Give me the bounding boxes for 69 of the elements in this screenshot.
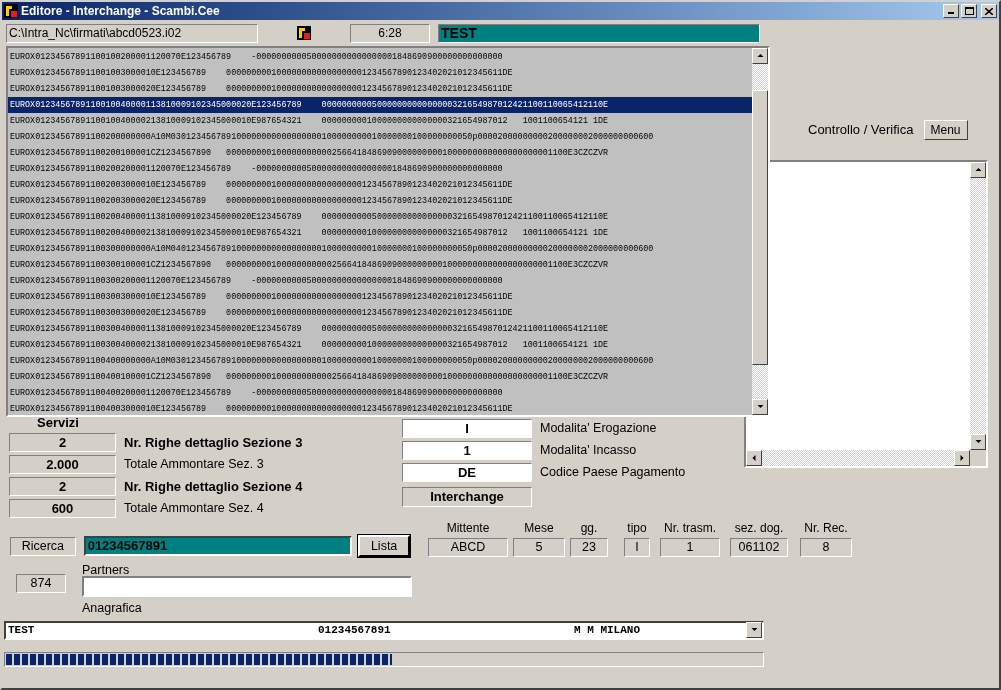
record-row[interactable]: EUROX01234567891100200000000A10M030123456789100000000000000000100000000010000000100000000050p00002000000000200000002000000000600 (8, 129, 752, 145)
field-label: gg. (580, 521, 598, 537)
value-field: 5 (513, 538, 565, 557)
record-row[interactable]: EUROX0123456789110030040000213810009102345000010E987654321 0000000001000000000000000321654987012 1001100654121 1DE (8, 337, 752, 353)
record-row[interactable]: EUROX012345678911003003000010E123456789 0000000001000000000000000001234567890123402021012345611DE (8, 289, 752, 305)
value-field[interactable]: I (402, 419, 532, 438)
search-field[interactable]: 01234567891 (83, 536, 353, 556)
record-row[interactable]: EUROX01234567891100300000000A10M040123456789100000000000000000100000000010000000100000000050p00002000000000200000002000000000600 (8, 241, 752, 257)
record-row[interactable]: EUROX01234567891100100200001120070E123456789 -0000000000500000000000000001848690900000000000000 (8, 49, 752, 65)
field-label: Nr. trasm. (664, 521, 716, 537)
value-field: 2 (9, 477, 116, 496)
partners-count: 874 (16, 574, 66, 593)
field-label: Nr. Righe dettaglio Sezione 3 (124, 433, 303, 452)
value-field: 1 (660, 538, 720, 557)
value-field: I (624, 538, 650, 557)
record-row[interactable]: EUROX012345678911002003000010E123456789 0000000001000000000000000001234567890123402021012345611DE (8, 177, 752, 193)
field-label: Nr. Rec. (804, 521, 848, 537)
list-button[interactable]: Lista (358, 535, 410, 557)
value-field: 8 (800, 538, 852, 557)
field-label: Mese (524, 521, 554, 537)
record-row[interactable]: EUROX012345678911004003000010E123456789 0000000001000000000000000001234567890123402021012345611DE (8, 401, 752, 415)
field-label: Mittente (446, 521, 490, 537)
window-title: Editore - Interchange - Scambi.Cee (21, 3, 220, 20)
value-field: ABCD (428, 538, 508, 557)
field-label: Partners (82, 562, 131, 576)
section-label: Controllo / Verifica (808, 121, 914, 140)
mode-indicator: Interchange (402, 487, 532, 507)
record-row[interactable]: EUROX0123456789110030040000113810009102345000020E123456789 00000000005000000000000000321654987012421100110065412110E (8, 321, 752, 337)
record-row[interactable]: EUROX01234567891100400000000A10M030123456789100000000000000000100000000010000000100000000050p00002000000000200000002000000000600 (8, 353, 752, 369)
value-field[interactable]: 1 (402, 441, 532, 460)
partner-combo-box[interactable]: TEST 01234567891 M M MILANO (4, 620, 764, 640)
record-row[interactable]: EUROX012345678911002003000020E123456789 0000000001000000000000000001234567890123402021012345611DE (8, 193, 752, 209)
field-label: Totale Ammontare Sez. 3 (124, 456, 264, 474)
record-row[interactable]: EUROX01234567891100400100001CZ1234567890 00000000010000000000025664184869090000000001000000000000000000001100E3CZCZVR (8, 369, 752, 385)
field-label: Totale Ammontare Sez. 4 (124, 500, 264, 518)
field-label: Anagrafica (82, 600, 143, 617)
record-row[interactable]: EUROX01234567891100300100001CZ1234567890 00000000010000000000025664184869090000000001000000000000000000001100E3CZCZVR (8, 257, 752, 273)
combo-value: 01234567891 (318, 623, 392, 638)
record-row[interactable]: EUROX01234567891100300200001120070E123456789 -0000000000500000000000000001848690900000000000000 (8, 273, 752, 289)
record-row[interactable]: EUROX0123456789110020040000113810009102345000020E123456789 00000000005000000000000000321654987012421100110065412110E (8, 209, 752, 225)
section-title: Servizi (36, 417, 80, 431)
field-label: Modalita' Incasso (540, 442, 637, 460)
record-row[interactable]: EUROX012345678911001003000020E123456789 0000000001000000000000000001234567890123402021012345611DE (8, 81, 752, 97)
combo-value: TEST (7, 623, 36, 638)
menu-button[interactable]: Menu (923, 120, 968, 140)
record-row[interactable]: EUROX01234567891100400200001120070E123456789 -0000000000500000000000000001848690900000000000000 (8, 385, 752, 401)
record-row[interactable]: EUROX012345678911003003000020E123456789 0000000001000000000000000001234567890123402021012345611DE (8, 305, 752, 321)
field-label: Modalita' Erogazione (540, 420, 657, 438)
value-field[interactable]: DE (402, 463, 532, 482)
search-label: Ricerca (10, 536, 76, 556)
value-field: 061102 (730, 538, 788, 557)
value-field: 600 (9, 499, 116, 518)
record-row[interactable]: EUROX01234567891100200100001CZ1234567890 00000000010000000000025664184869090000000001000000000000000000001100E3CZCZVR (8, 145, 752, 161)
field-label: tipo (627, 521, 647, 537)
value-field: 23 (570, 538, 608, 557)
field-label: Nr. Righe dettaglio Sezione 4 (124, 477, 303, 496)
value-field: 2.000 (9, 455, 116, 474)
value-field: 2 (9, 433, 116, 452)
field-label: Codice Paese Pagamento (540, 464, 686, 482)
record-row[interactable]: EUROX0123456789110010040000213810009102345000010E987654321 0000000001000000000000000321654987012 1001100654121 1DE (8, 113, 752, 129)
status-field: TEST (438, 23, 760, 43)
time-field: 6:28 (350, 23, 430, 43)
record-row[interactable]: EUROX0123456789110010040000113810009102345000020E123456789 00000000005000000000000000321654987012421100110065412110E (8, 97, 752, 113)
combo-value: M M MILANO (574, 623, 641, 638)
file-path-field: C:\Intra_Nc\firmati\abcd0523.i02 (6, 23, 258, 43)
field-label: sez. dog. (734, 521, 784, 537)
record-row[interactable]: EUROX01234567891100200200001120070E123456789 -0000000000500000000000000001848690900000000000000 (8, 161, 752, 177)
record-row[interactable]: EUROX012345678911001003000010E123456789 0000000001000000000000000001234567890123402021012345611DE (8, 65, 752, 81)
record-row[interactable]: EUROX0123456789110020040000213810009102345000010E987654321 0000000001000000000000000321654987012 1001100654121 1DE (8, 225, 752, 241)
